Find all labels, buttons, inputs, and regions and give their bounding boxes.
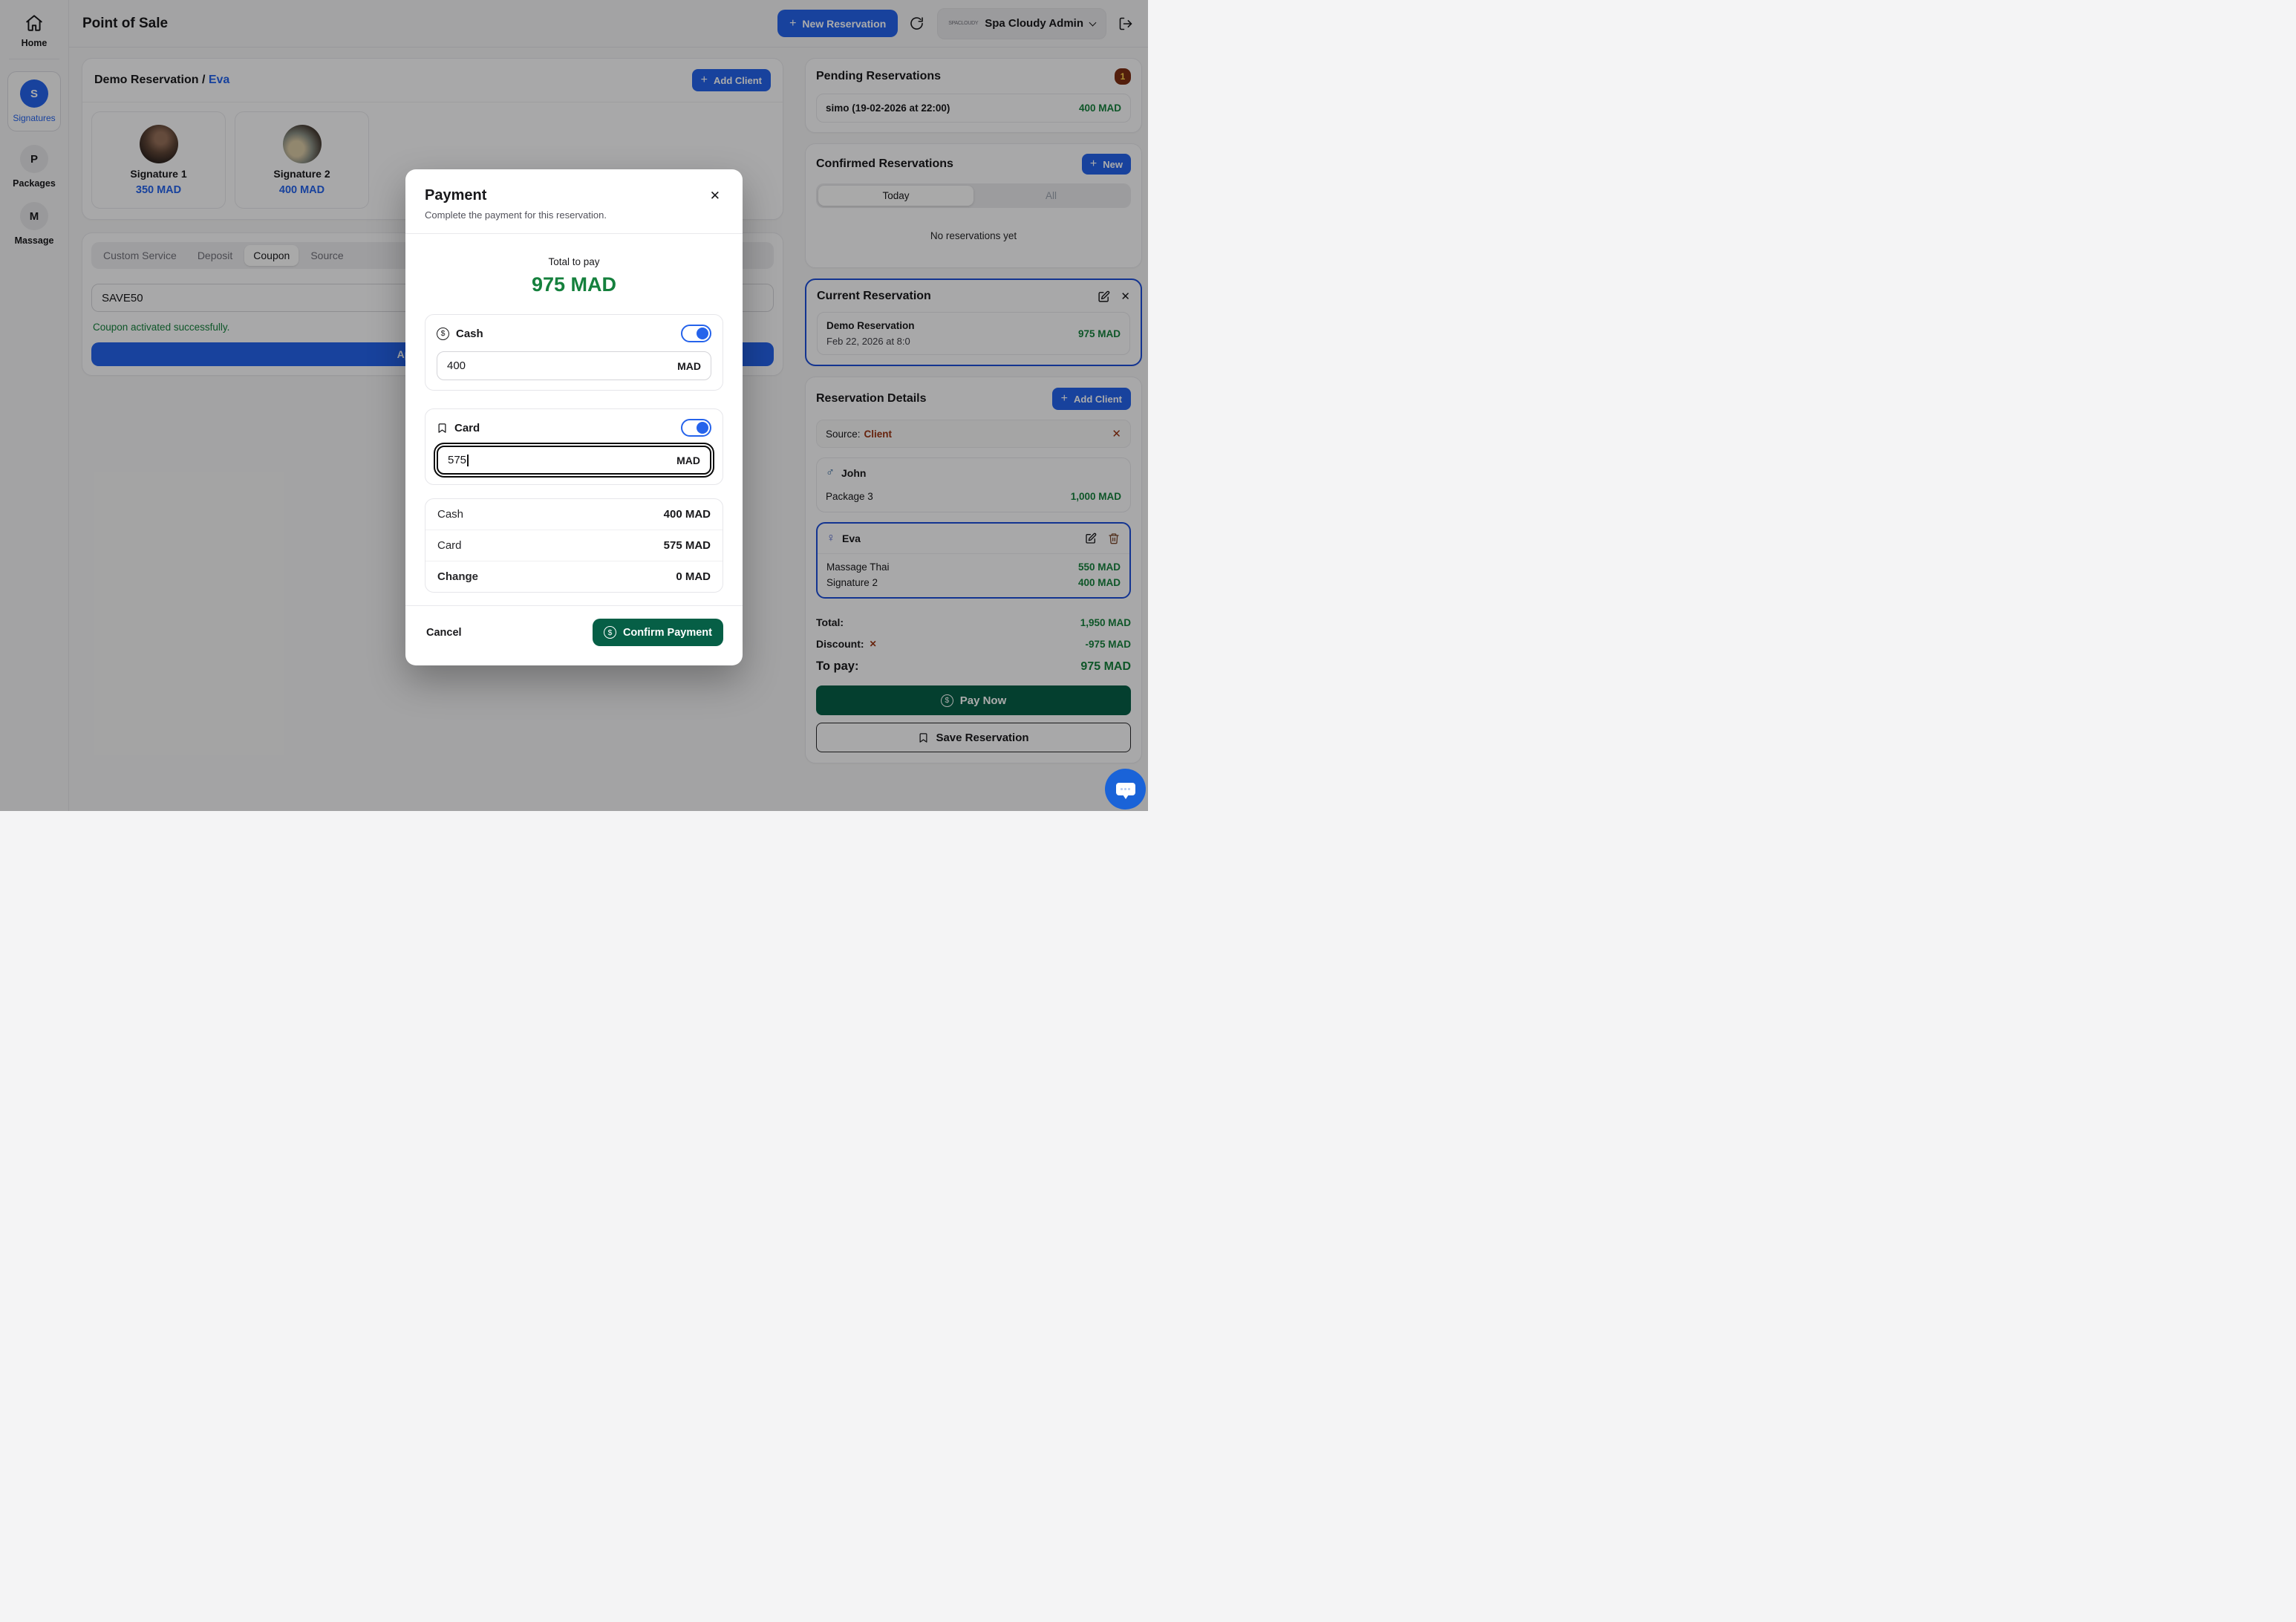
- cash-method-box: $ Cash 400 MAD: [425, 314, 723, 391]
- card-method-box: Card 575 MAD: [425, 408, 723, 485]
- toggle-knob: [697, 328, 708, 339]
- total-to-pay-label: Total to pay: [425, 256, 723, 267]
- card-amount-value: 575: [448, 454, 466, 466]
- summary-change-row: Change 0 MAD: [425, 561, 723, 592]
- chat-icon: [1116, 783, 1135, 795]
- toggle-knob: [697, 422, 708, 434]
- modal-subtitle: Complete the payment for this reservatio…: [425, 209, 607, 221]
- payment-summary: Cash 400 MAD Card 575 MAD Change 0 MAD: [425, 498, 723, 593]
- summary-cash-amount: 400 MAD: [664, 508, 711, 521]
- dollar-icon: $: [604, 626, 616, 639]
- summary-card-amount: 575 MAD: [664, 539, 711, 552]
- total-to-pay-amount: 975 MAD: [425, 273, 723, 296]
- text-cursor: [467, 455, 469, 466]
- divider: [405, 605, 743, 606]
- cash-label: Cash: [456, 328, 483, 340]
- cash-amount-input[interactable]: 400 MAD: [437, 351, 711, 380]
- summary-change-label: Change: [437, 570, 478, 583]
- card-toggle[interactable]: [681, 419, 711, 437]
- dollar-icon: $: [437, 328, 449, 340]
- summary-card-label: Card: [437, 539, 462, 552]
- bookmark-icon: [437, 423, 448, 434]
- card-label: Card: [454, 422, 480, 434]
- summary-card-row: Card 575 MAD: [425, 530, 723, 561]
- chat-widget-button[interactable]: [1105, 769, 1146, 810]
- divider: [405, 233, 743, 234]
- cash-amount-value: 400: [447, 359, 466, 372]
- confirm-payment-button[interactable]: $ Confirm Payment: [593, 619, 723, 646]
- card-amount-input[interactable]: 575 MAD: [437, 446, 711, 475]
- cancel-button[interactable]: Cancel: [425, 622, 463, 643]
- cash-currency-label: MAD: [677, 360, 701, 372]
- summary-change-amount: 0 MAD: [676, 570, 711, 583]
- summary-cash-label: Cash: [437, 508, 463, 521]
- modal-title: Payment: [425, 187, 607, 204]
- payment-modal: Payment Complete the payment for this re…: [405, 169, 743, 665]
- summary-cash-row: Cash 400 MAD: [425, 499, 723, 530]
- card-currency-label: MAD: [676, 455, 700, 466]
- close-icon[interactable]: ✕: [707, 187, 723, 205]
- cash-toggle[interactable]: [681, 325, 711, 342]
- confirm-payment-label: Confirm Payment: [623, 627, 712, 639]
